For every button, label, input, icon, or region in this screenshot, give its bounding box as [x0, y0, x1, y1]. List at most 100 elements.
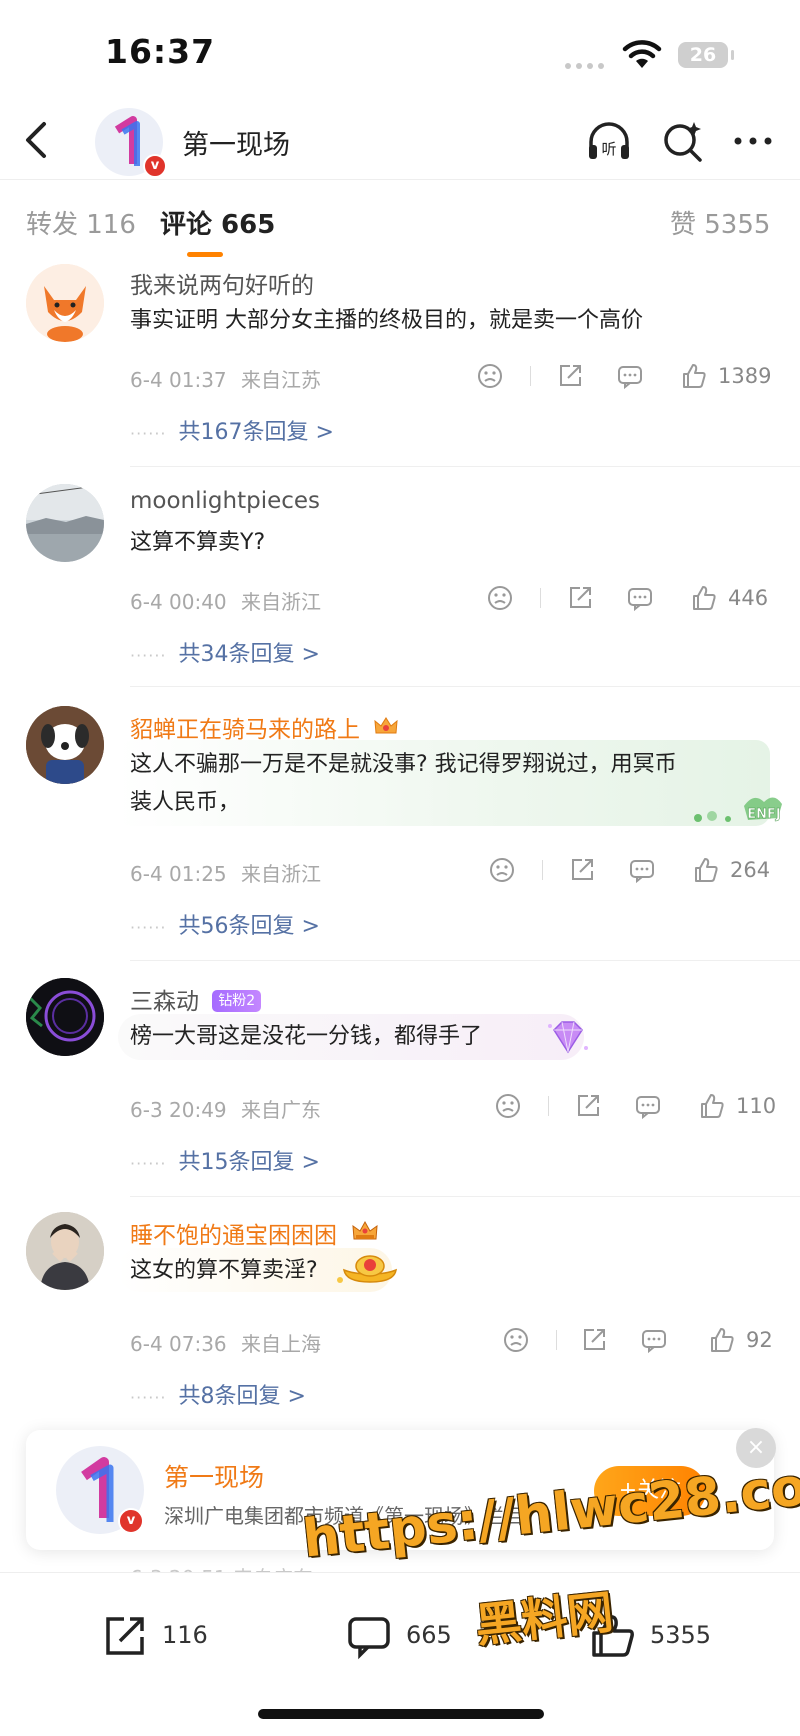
comment-button[interactable]: 665 — [344, 1611, 464, 1661]
view-replies-link[interactable]: ······ 共8条回复 > — [130, 1378, 306, 1410]
like-button[interactable]: 92 — [708, 1326, 792, 1356]
replies-count: 共8条回复 > — [178, 1384, 306, 1409]
reply-button[interactable] — [616, 362, 644, 392]
chevron-left-icon — [26, 122, 46, 158]
headphones-listen-icon: 听 — [589, 122, 629, 159]
comment-divider — [130, 1196, 800, 1197]
seascape-avatar-icon — [26, 484, 104, 562]
gold-ingot-sticker-icon — [337, 1255, 397, 1283]
portrait-avatar-icon — [26, 1212, 104, 1290]
reply-button[interactable] — [640, 1326, 668, 1356]
comment-author[interactable]: 我来说两句好听的 — [130, 266, 314, 300]
back-button[interactable] — [14, 116, 58, 164]
avatar[interactable] — [26, 706, 104, 784]
share-button[interactable] — [556, 362, 584, 392]
repost-button[interactable]: 116 — [100, 1611, 210, 1661]
more-button[interactable] — [730, 118, 776, 164]
comment-time: 6-4 01:25 — [130, 862, 227, 886]
comment-text: 这算不算卖Y? — [130, 530, 266, 555]
comment-author[interactable]: moonlightpieces — [130, 488, 320, 514]
action-separator — [556, 1330, 557, 1350]
comment-author[interactable]: 三森动 钻粉2 — [130, 982, 262, 1016]
view-replies-link[interactable]: ······ 共167条回复 > — [130, 414, 334, 446]
thumbs-up-icon — [695, 858, 718, 882]
comment-actions: 92 — [502, 1326, 792, 1356]
dislike-button[interactable] — [494, 1092, 522, 1122]
dotted-leader: ······ — [130, 646, 167, 665]
reply-button[interactable] — [634, 1092, 662, 1122]
listen-button[interactable]: 听 — [586, 118, 632, 164]
card-avatar[interactable]: v — [56, 1446, 144, 1534]
account-avatar[interactable]: v — [95, 108, 167, 178]
share-button[interactable] — [580, 1326, 608, 1356]
replies-count: 共167条回复 > — [178, 420, 334, 445]
avatar[interactable] — [26, 978, 104, 1056]
night-ferris-wheel-avatar-icon — [26, 978, 104, 1056]
author-name: 貂蝉正在骑马来的路上 — [130, 717, 360, 743]
comment-text-line-2: 装人民币， — [130, 790, 241, 815]
verified-badge: v — [143, 154, 167, 178]
repost-count: 116 — [162, 1621, 208, 1649]
comment-time: 6-4 00:40 — [130, 590, 227, 614]
dislike-button[interactable] — [502, 1326, 530, 1356]
bottom-action-bar: 116 665 5355 — [0, 1572, 800, 1736]
comment-meta: 6-4 01:37 来自江苏 — [130, 364, 321, 393]
active-tab-indicator — [187, 252, 223, 257]
view-replies-link[interactable]: ······ 共34条回复 > — [130, 636, 320, 668]
like-button[interactable]: 1389 — [680, 362, 776, 392]
share-button[interactable] — [574, 1092, 602, 1122]
dotted-leader: ······ — [130, 424, 167, 443]
comment-text: 榜一大哥这是没花一分钱，都得手了 — [130, 1024, 483, 1049]
avatar[interactable] — [26, 264, 104, 342]
action-separator — [542, 860, 543, 880]
cartoon-dog-avatar-icon — [26, 706, 104, 784]
frown-face-icon — [478, 364, 502, 388]
dotted-leader: ······ — [130, 1388, 167, 1407]
reply-button[interactable] — [626, 584, 654, 614]
like-button[interactable]: 264 — [692, 856, 788, 886]
tab-comments[interactable]: 评论 665 — [160, 204, 275, 241]
wifi-icon — [622, 40, 662, 74]
svg-text:听: 听 — [601, 140, 616, 158]
share-button[interactable] — [568, 856, 596, 886]
view-replies-link[interactable]: ······ 共15条回复 > — [130, 1144, 320, 1176]
frown-face-icon — [490, 858, 514, 882]
action-separator — [540, 588, 541, 608]
comment-location: 来自上海 — [241, 1332, 322, 1356]
comment-location: 来自浙江 — [241, 862, 322, 886]
share-icon — [560, 365, 581, 386]
svg-text:ENFJ: ENFJ — [747, 807, 780, 822]
share-icon — [106, 1617, 144, 1655]
comment-author[interactable]: 貂蝉正在骑马来的路上 — [130, 710, 399, 744]
replies-count: 共34条回复 > — [178, 642, 320, 667]
like-button[interactable]: 110 — [698, 1092, 794, 1122]
comment-meta: 6-4 00:40 来自浙江 — [130, 586, 321, 615]
comment-location: 来自浙江 — [241, 590, 322, 614]
reply-button[interactable] — [628, 856, 656, 886]
share-icon — [584, 1329, 605, 1350]
tab-reposts[interactable]: 转发 116 — [26, 204, 136, 241]
dislike-button[interactable] — [488, 856, 516, 886]
comment-actions: 1389 — [476, 362, 776, 392]
frown-face-icon — [504, 1328, 528, 1352]
thumbs-up-icon — [683, 364, 706, 388]
dislike-button[interactable] — [476, 362, 504, 392]
share-button[interactable] — [566, 584, 594, 614]
dislike-button[interactable] — [486, 584, 514, 614]
comment-bubble-icon — [618, 366, 642, 390]
like-button[interactable]: 446 — [690, 584, 786, 614]
diamond-sticker-icon — [548, 1021, 588, 1054]
card-account-name[interactable]: 第一现场 — [164, 1458, 264, 1494]
avatar[interactable] — [26, 1212, 104, 1290]
comment-location: 来自广东 — [241, 1098, 322, 1122]
frown-face-icon — [488, 586, 512, 610]
avatar[interactable] — [26, 484, 104, 562]
tab-likes[interactable]: 赞 5355 — [670, 204, 770, 241]
comment-author[interactable]: 睡不饱的通宝困困困 — [130, 1216, 380, 1250]
frown-face-icon — [496, 1094, 520, 1118]
view-replies-link[interactable]: ······ 共56条回复 > — [130, 908, 320, 940]
comment-time: 6-4 07:36 — [130, 1332, 227, 1356]
comment-text: 这女的算不算卖淫? — [130, 1258, 318, 1283]
account-title[interactable]: 第一现场 — [182, 123, 290, 162]
search-button[interactable] — [660, 118, 706, 164]
